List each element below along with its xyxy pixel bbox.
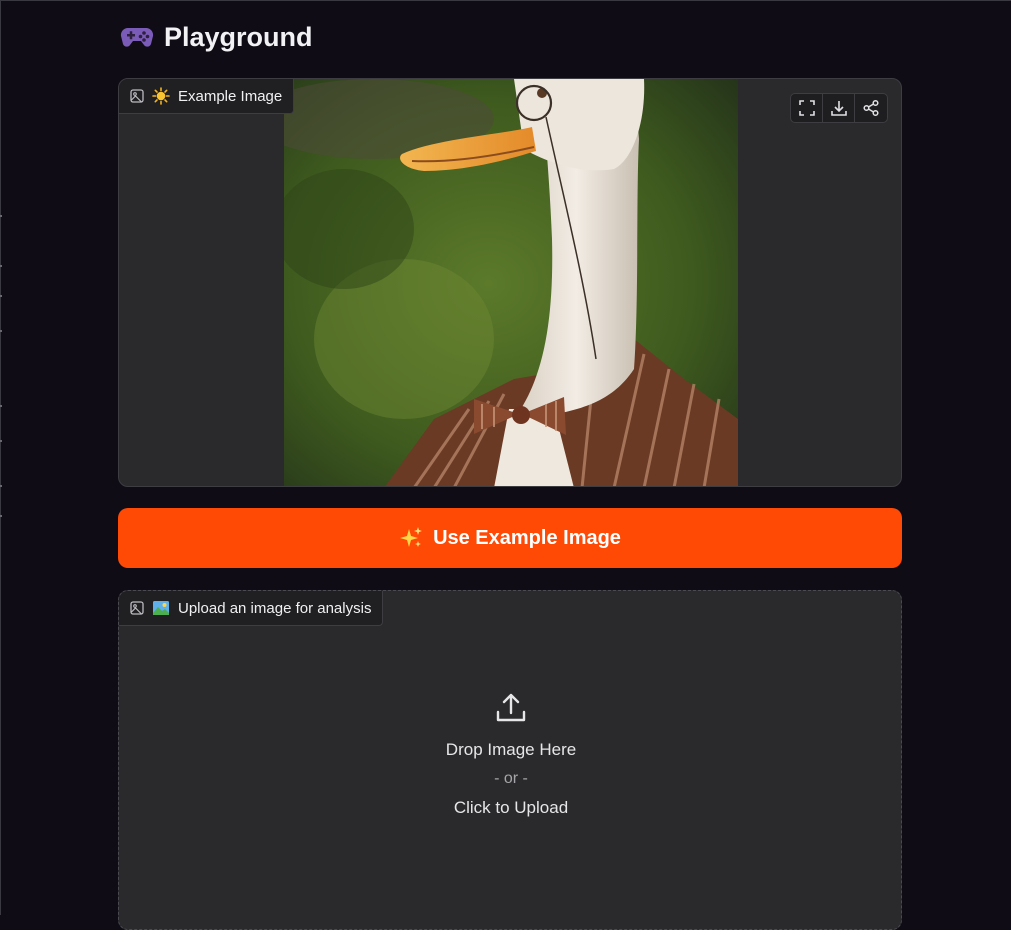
fullscreen-button[interactable]: [791, 94, 823, 122]
upload-image-label: Upload an image for analysis: [119, 591, 384, 626]
page-header: Playground: [120, 18, 313, 56]
upload-dropzone[interactable]: Drop Image Here - or - Click to Upload: [119, 691, 901, 851]
example-image[interactable]: [284, 79, 738, 486]
image-icon: [130, 601, 144, 615]
sun-icon: [152, 87, 170, 105]
upload-image-panel[interactable]: Upload an image for analysis Drop Image …: [118, 590, 902, 930]
download-button[interactable]: [823, 94, 855, 122]
download-icon: [830, 101, 847, 116]
example-image-label-text: Example Image: [178, 87, 283, 105]
image-toolbar: [790, 93, 888, 123]
upload-image-label-text: Upload an image for analysis: [178, 599, 372, 617]
example-image-label: Example Image: [119, 79, 295, 114]
picture-icon: [153, 601, 169, 615]
left-edge-marks: [0, 0, 2, 915]
example-image-panel: Example Image: [118, 78, 902, 487]
image-icon: [130, 89, 144, 103]
share-button[interactable]: [855, 94, 887, 122]
click-to-upload-text[interactable]: Click to Upload: [454, 795, 568, 821]
share-icon: [863, 99, 879, 117]
use-example-image-label: Use Example Image: [433, 526, 621, 549]
sparkles-icon: [400, 527, 423, 547]
gamepad-icon: [120, 27, 154, 47]
goose-painting: [284, 79, 738, 486]
upload-icon: [496, 693, 526, 722]
page-title: Playground: [164, 21, 313, 52]
fullscreen-icon: [798, 100, 815, 116]
use-example-image-button[interactable]: Use Example Image: [118, 508, 902, 568]
or-separator: - or -: [494, 770, 528, 787]
drop-image-text: Drop Image Here: [445, 740, 577, 759]
